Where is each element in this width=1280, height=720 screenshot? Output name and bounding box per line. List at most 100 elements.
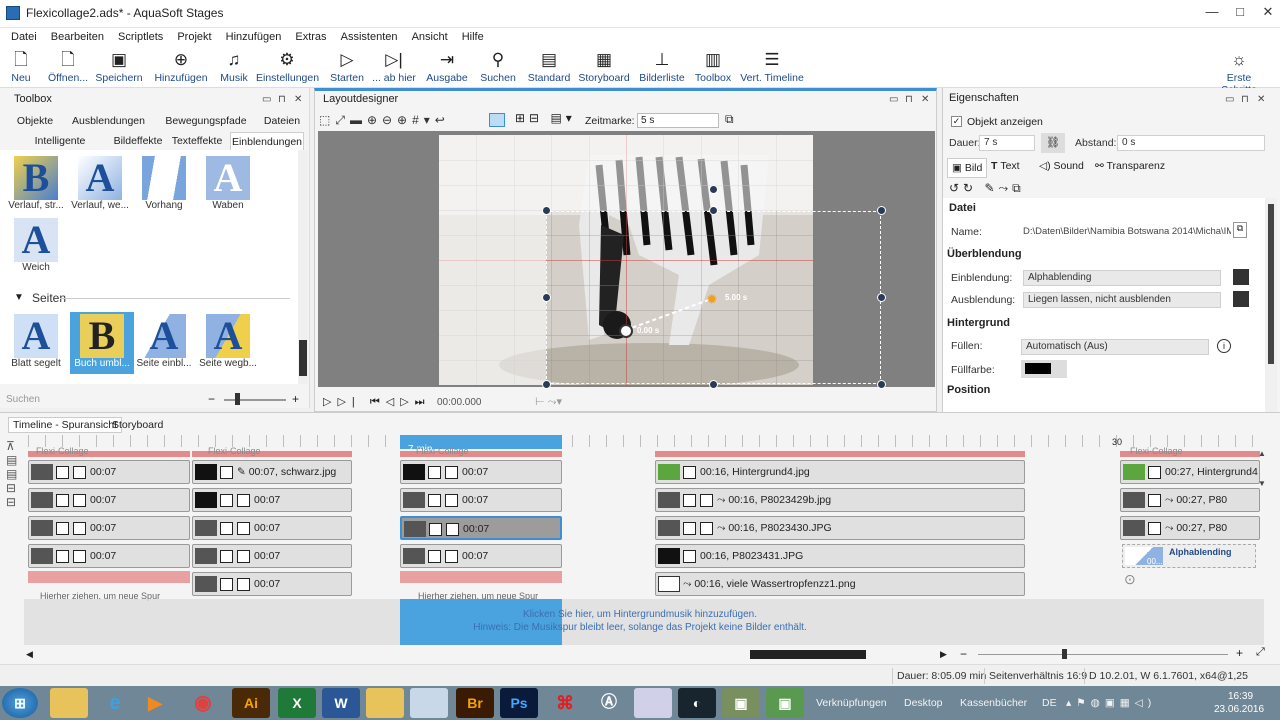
folder-icon[interactable] (50, 688, 88, 718)
edit-tools[interactable]: ↺↻ ✎⤳⧉ (949, 181, 1025, 196)
properties-pin-icon[interactable]: ⊓ (1241, 94, 1249, 105)
menu-extras[interactable]: Extras (295, 28, 326, 46)
play-from-here-button[interactable]: ▷|... ab hier (372, 46, 416, 88)
settings-button[interactable]: ⚙ Einstellungen (256, 46, 319, 88)
tab-storyboard-timeline[interactable]: Storyboard (112, 419, 163, 431)
properties-float-icon[interactable]: ▭ (1225, 94, 1234, 105)
toolbox-pin-icon[interactable]: ⊓ (278, 94, 286, 105)
menu-datei[interactable]: Datei (11, 28, 37, 46)
menu-scriptlets[interactable]: Scriptlets (118, 28, 163, 46)
start-button[interactable]: ▷ Starten (328, 46, 366, 88)
tab-objekte[interactable]: Objekte (12, 112, 58, 130)
timeline-clip[interactable]: ⤳ 00:27, P80 (1120, 488, 1260, 512)
scroll-left-icon[interactable]: ◀ (26, 649, 33, 660)
standard-layout-button[interactable]: ▤ Standard (526, 46, 572, 88)
vertical-timeline-button[interactable]: ☰ Vert. Timeline (740, 46, 804, 88)
aquasoft-icon[interactable]: Ⓐ (590, 688, 628, 718)
timeline-clip[interactable]: 00:07 (28, 544, 190, 568)
timeline-clip[interactable]: 00:07 (192, 516, 352, 540)
keyframe-icon[interactable]: ⧉ (725, 112, 734, 127)
search-input[interactable]: Suchen (6, 394, 176, 405)
transition-weich-thumb[interactable]: A (14, 218, 58, 262)
resize-handle[interactable] (877, 380, 886, 389)
timeline-clip[interactable]: 00:07 (28, 516, 190, 540)
acrobat-icon[interactable]: ⌘ (546, 688, 584, 718)
timeline-clip[interactable]: 00:16, P8023431.JPG (655, 544, 1025, 568)
tab-text[interactable]: T Text (991, 160, 1020, 172)
fade-out-edit-icon[interactable] (1233, 291, 1249, 307)
tab-bewegungspfade[interactable]: Bewegungspfade (164, 112, 248, 130)
path-start-point[interactable] (619, 324, 633, 338)
fit-icon[interactable]: ⤢ (1256, 646, 1265, 659)
timeline-zoom-thumb[interactable] (1062, 649, 1067, 659)
layout-float-icon[interactable]: ▭ (889, 94, 898, 105)
show-object-checkbox[interactable]: ✓ (951, 116, 962, 127)
tab-intelligente-vorlagen[interactable]: Intelligente Vorlagen (14, 132, 106, 165)
zoom-out-icon[interactable]: − (208, 392, 215, 406)
page-buch-umblaettern-thumb[interactable]: B (80, 314, 124, 358)
timeline-zoom-out-icon[interactable]: − (960, 647, 967, 661)
new-button[interactable]: 🗋 Neu (4, 46, 38, 88)
timeline-clip[interactable]: 00:07 (192, 544, 352, 568)
toolbox-scrollbar[interactable] (298, 150, 308, 384)
maximize-button[interactable]: □ (1230, 4, 1250, 22)
tab-bild[interactable]: ▣ Bild (947, 158, 987, 178)
timeline-clip[interactable]: ⤳ 00:16, P8023430.JPG (655, 516, 1025, 540)
timeline-zoom-in-icon[interactable]: + (1236, 646, 1243, 660)
tab-timeline[interactable]: Timeline - Spuransicht (8, 417, 123, 433)
timeline-side-tools[interactable]: ⊼ ▤ ▤ ⊟ ⊟ (0, 435, 26, 605)
page-seite-einblenden-thumb[interactable]: A (142, 314, 186, 358)
taskbar-link-kassenbuecher[interactable]: Kassenbücher (960, 697, 1027, 709)
transition-verlauf-str-thumb[interactable]: B (14, 156, 58, 200)
word-icon[interactable]: W (322, 688, 360, 718)
timeline-clip[interactable]: 00:07 (400, 488, 562, 512)
storyboard-button[interactable]: ▦ Storyboard (578, 46, 630, 88)
horizontal-scrollbar-thumb[interactable] (750, 650, 866, 659)
tab-texteffekte[interactable]: Texteffekte (170, 132, 224, 150)
rotate-handle[interactable] (709, 185, 718, 194)
media-player-icon[interactable]: ▶ (136, 688, 174, 718)
fade-in-edit-icon[interactable] (1233, 269, 1249, 285)
size-slider-thumb[interactable] (235, 393, 240, 405)
tab-ausblendungen[interactable]: Ausblendungen (72, 112, 145, 130)
menu-assistenten[interactable]: Assistenten (341, 28, 398, 46)
toolbox-float-icon[interactable]: ▭ (262, 94, 271, 105)
playback-controls[interactable]: ▷▷| ⏮◁▷⏭ (323, 395, 431, 409)
fade-out-dropdown[interactable]: Liegen lassen, nicht ausblenden (1023, 292, 1221, 308)
menu-hilfe[interactable]: Hilfe (462, 28, 484, 46)
timeline-clip[interactable]: 00:07 (28, 488, 190, 512)
zoom-in-icon[interactable]: + (292, 392, 299, 406)
timeline-clip[interactable]: 00:16, Hintergrund4.jpg (655, 460, 1025, 484)
internet-explorer-icon[interactable]: e (96, 688, 134, 718)
toolbox-close-icon[interactable]: ✕ (294, 94, 302, 105)
windows-start-icon[interactable]: ⊞ (2, 688, 38, 718)
resize-handle[interactable] (877, 293, 886, 302)
scroll-right-icon[interactable]: ▶ (940, 649, 947, 660)
timeline-clip-selected[interactable]: 00:07 (400, 516, 562, 540)
drop-target-icon[interactable]: ⊙ (1124, 571, 1136, 588)
timeline-zoom-slider[interactable] (978, 654, 1228, 655)
timeline-clip[interactable]: 00:07 (400, 460, 562, 484)
info-icon[interactable]: i (1217, 339, 1231, 353)
zeitmarke-field[interactable]: 5 s (637, 113, 719, 128)
tray-icons[interactable]: ▴⚑◍▣▦◁) (1066, 697, 1156, 709)
timeline-clip[interactable]: ⤳ 00:16, P8023429b.jpg (655, 488, 1025, 512)
excel-icon[interactable]: X (278, 688, 316, 718)
transition-vorhang-thumb[interactable] (142, 156, 186, 200)
keyframe-sun-icon[interactable]: ✹ (706, 291, 718, 308)
file-icon[interactable]: ▣ (766, 688, 804, 718)
duration-field[interactable]: 7 s (979, 135, 1035, 151)
timeline-clip[interactable]: 00:07 (192, 488, 352, 512)
clock-time[interactable]: 16:39 (1228, 691, 1253, 702)
layout-tools[interactable]: ⬚⤢▬⊕⊖⊕#▾↩ (319, 113, 450, 128)
resize-handle[interactable] (542, 380, 551, 389)
explorer-icon[interactable] (366, 688, 404, 718)
size-slider[interactable] (224, 399, 286, 401)
add-button[interactable]: ⊕ Hinzufügen (152, 46, 210, 88)
properties-close-icon[interactable]: ✕ (1257, 94, 1265, 105)
taskbar-link-desktop[interactable]: Desktop (904, 697, 943, 709)
music-button[interactable]: ♫ Musik (216, 46, 252, 88)
tab-einblendungen[interactable]: Einblendungen (230, 132, 304, 150)
chrome-icon[interactable]: ◉ (184, 688, 222, 718)
timeline-clip[interactable]: ⤳ 00:16, viele Wassertropfenzz1.png (655, 572, 1025, 596)
